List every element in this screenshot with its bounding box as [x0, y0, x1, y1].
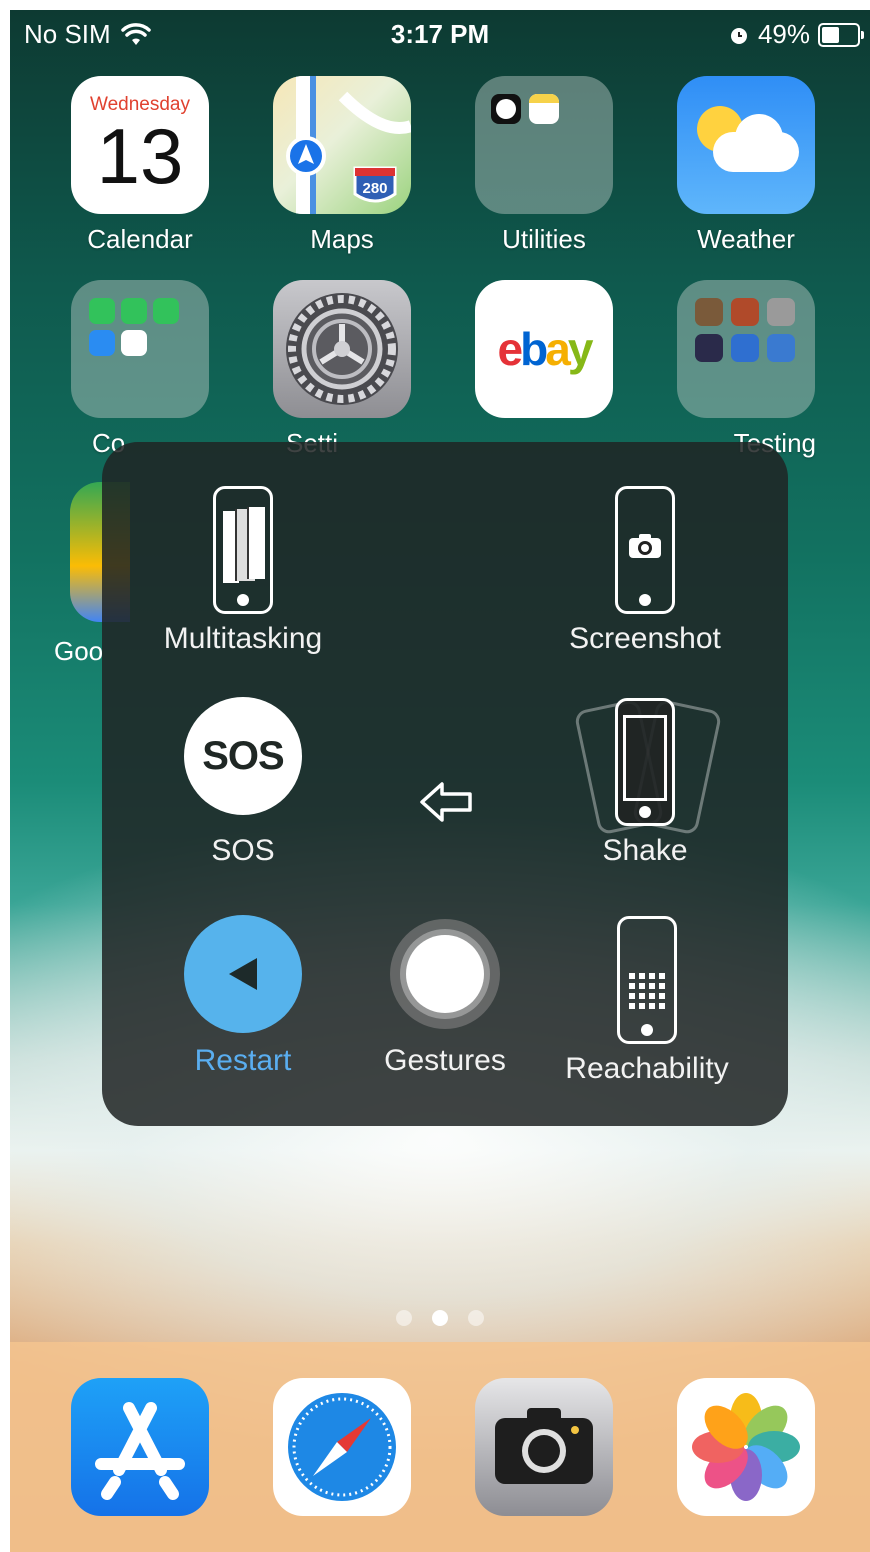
page-dot-active — [432, 1310, 448, 1326]
dock — [10, 1342, 870, 1552]
dock-app-store[interactable] — [70, 1378, 210, 1516]
screenshot-button[interactable]: Screenshot — [540, 480, 750, 656]
home-screen: No SIM 3:17 PM 49% Wednesday 13 Calendar — [10, 10, 870, 1552]
multitasking-button[interactable]: Multitasking — [138, 480, 348, 656]
clock-mini-icon — [491, 94, 521, 124]
sos-button[interactable]: SOS SOS — [138, 686, 348, 868]
game-mini-icon — [731, 334, 759, 362]
page-indicator[interactable] — [10, 1310, 870, 1326]
folder-icon — [71, 280, 209, 418]
calendar-date: 13 — [96, 112, 184, 200]
app-label: Weather — [697, 224, 795, 254]
photos-flower-icon — [677, 1378, 815, 1516]
phone-mini-icon — [89, 298, 115, 324]
app-ebay[interactable]: ebay — [474, 280, 614, 418]
multitasking-icon — [213, 486, 273, 614]
app-label: Calendar — [87, 224, 193, 254]
game-mini-icon — [767, 298, 795, 326]
slack-mini-icon — [121, 330, 147, 356]
sos-icon: SOS — [184, 697, 302, 815]
shake-icon — [615, 698, 675, 826]
reachability-label: Reachability — [565, 1052, 729, 1085]
restart-button[interactable]: Restart — [138, 912, 348, 1078]
folder-testing[interactable]: Testing — [676, 280, 816, 459]
gestures-button[interactable]: Gestures — [340, 912, 550, 1078]
settings-gear-icon — [273, 280, 411, 418]
app-label: Maps — [310, 224, 374, 254]
folder-icon — [475, 76, 613, 214]
multitasking-label: Multitasking — [163, 622, 323, 655]
battery-icon — [818, 22, 864, 47]
game-mini-icon — [695, 298, 723, 326]
sos-label: SOS — [211, 834, 275, 867]
camera-icon — [629, 534, 661, 558]
dock-photos[interactable] — [676, 1378, 816, 1516]
dock-camera[interactable] — [474, 1378, 614, 1516]
mail-mini-icon — [89, 330, 115, 356]
game-mini-icon — [767, 334, 795, 362]
app-weather[interactable]: Weather — [676, 76, 816, 255]
app-calendar[interactable]: Wednesday 13 Calendar — [70, 76, 210, 255]
page-dot — [468, 1310, 484, 1326]
restart-label: Restart — [194, 1044, 292, 1077]
app-label: Utilities — [502, 224, 586, 254]
shake-label: Shake — [602, 834, 688, 867]
shake-button[interactable]: Shake — [540, 692, 750, 868]
folder-utilities[interactable]: Utilities — [474, 76, 614, 255]
app-settings[interactable]: Setti — [272, 280, 412, 459]
gestures-label: Gestures — [384, 1044, 506, 1077]
gestures-icon — [390, 919, 500, 1029]
camera-app-icon — [475, 1378, 613, 1516]
status-bar: No SIM 3:17 PM 49% — [10, 10, 870, 58]
interstate-badge: 280 — [362, 180, 387, 197]
back-arrow-icon[interactable] — [418, 780, 474, 824]
messages-mini-icon — [121, 298, 147, 324]
assistivetouch-menu: Multitasking Screenshot SOS SOS Shake Re… — [102, 442, 788, 1126]
weather-icon — [677, 76, 815, 214]
ebay-icon: ebay — [475, 280, 613, 418]
app-store-icon — [71, 1378, 209, 1516]
facetime-mini-icon — [153, 298, 179, 324]
notes-mini-icon — [529, 94, 559, 124]
app-maps[interactable]: 280 Maps — [272, 76, 412, 255]
safari-compass-icon — [273, 1378, 411, 1516]
page-dot — [396, 1310, 412, 1326]
alarm-icon — [730, 27, 747, 44]
calendar-icon: Wednesday 13 — [71, 76, 209, 214]
battery-percent: 49% — [757, 19, 810, 49]
game-mini-icon — [695, 334, 723, 362]
folder-icon — [677, 280, 815, 418]
maps-icon: 280 — [273, 76, 411, 214]
screenshot-label: Screenshot — [569, 622, 721, 655]
reachability-button[interactable]: Reachability — [542, 910, 752, 1086]
maps-graphic: 280 — [286, 76, 411, 214]
restart-play-back-icon — [184, 915, 302, 1033]
screenshot-icon — [615, 486, 675, 614]
dock-safari[interactable] — [272, 1378, 412, 1516]
game-mini-icon — [731, 298, 759, 326]
folder-communication[interactable]: Co — [70, 280, 210, 459]
app-label: Goo — [54, 636, 104, 666]
reachability-icon — [617, 916, 677, 1044]
